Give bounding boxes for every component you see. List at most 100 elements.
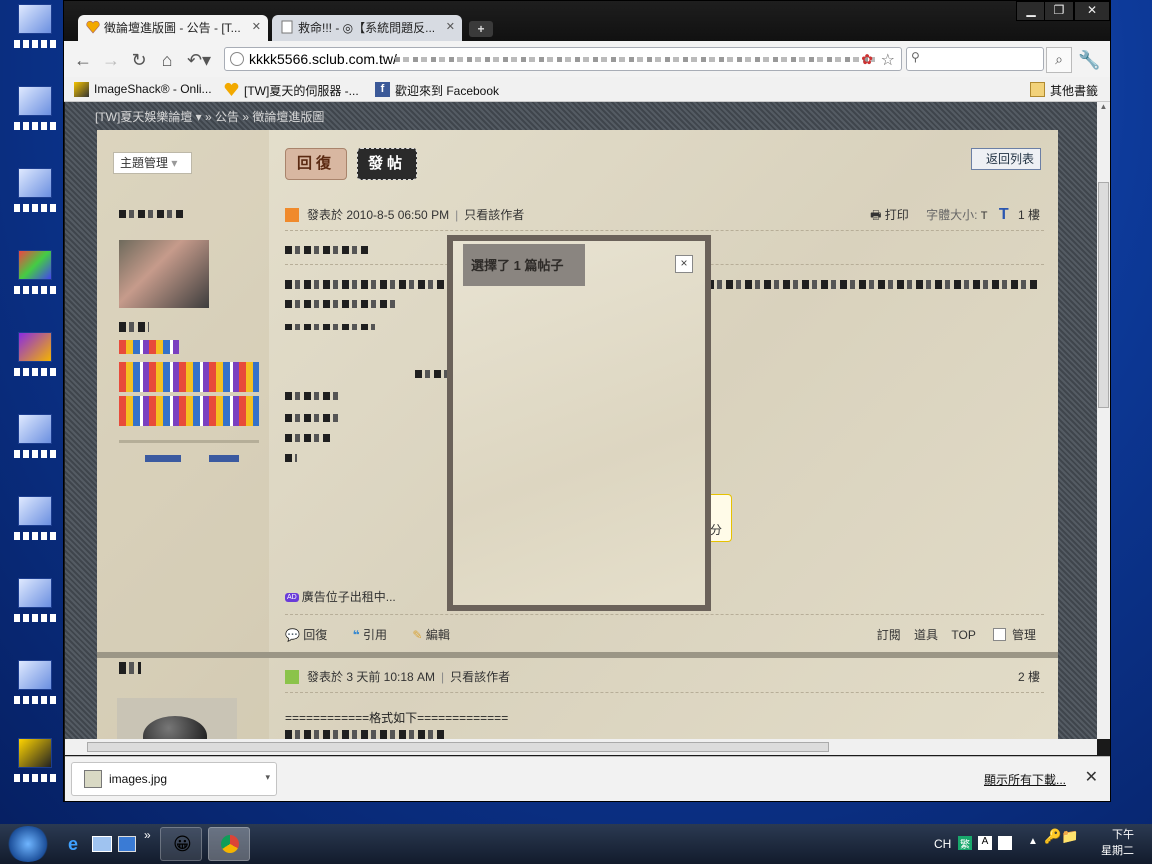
other-bookmarks[interactable]: 其他書籤 <box>1030 82 1098 99</box>
wrench-icon[interactable]: 🔧 <box>1078 49 1100 71</box>
horizontal-scrollbar[interactable] <box>65 739 1097 755</box>
topic-manage-dropdown[interactable]: 主題管理 ▾ <box>113 152 193 174</box>
taskbar-msn-button[interactable]: 😀 <box>160 827 202 861</box>
only-author-link[interactable]: 只看該作者 <box>450 670 510 684</box>
download-item[interactable]: images.jpg ▾ <box>71 762 277 796</box>
undo-dropdown-icon[interactable]: ↶▾ <box>184 49 214 71</box>
manage-checkbox[interactable] <box>992 628 1006 641</box>
speech-bubble-icon: 💬 <box>285 628 300 642</box>
reply-button[interactable]: 回復 <box>285 148 347 180</box>
forward-icon[interactable]: → <box>100 49 122 71</box>
ad-text: 廣告位子出租中... <box>301 590 396 604</box>
desktop-icon[interactable] <box>10 414 60 466</box>
avatar[interactable] <box>119 240 209 308</box>
font-large-button[interactable]: T <box>999 206 1009 223</box>
bookmark-summer-server[interactable]: [TW]夏天的伺服器 -... <box>224 82 359 99</box>
print-link[interactable]: 打印 <box>885 208 909 222</box>
ime-width-icon[interactable] <box>998 836 1012 850</box>
close-icon[interactable]: ✕ <box>1085 767 1098 787</box>
medal-row <box>119 396 259 426</box>
scroll-thumb[interactable] <box>87 742 829 752</box>
dialog-title: 選擇了 1 篇帖子 <box>463 244 585 286</box>
ime-mode-icon[interactable]: A <box>978 836 992 850</box>
only-author-link[interactable]: 只看該作者 <box>464 208 524 222</box>
ie-icon[interactable]: e <box>68 834 78 855</box>
author-column <box>97 130 269 739</box>
font-small-button[interactable]: T <box>981 210 988 222</box>
search-input[interactable]: ⚲ <box>906 47 1044 71</box>
address-bar[interactable]: kkkk5566.sclub.com.tw/ ✿ ☆ <box>224 47 902 71</box>
search-go-icon[interactable]: ⌕ <box>1046 47 1072 73</box>
desktop-icon[interactable] <box>10 168 60 220</box>
subscribe-link[interactable]: 訂閱 <box>877 628 901 642</box>
edit-action[interactable]: ✎ 編輯 <box>412 628 449 642</box>
quicklaunch-more-icon[interactable]: » <box>144 828 151 842</box>
tray-icons[interactable]: 🔑📁 <box>1044 828 1079 845</box>
post-text-redacted <box>285 434 331 442</box>
url-text: kkkk5566.sclub.com.tw/ <box>249 51 397 67</box>
clock-day: 星期二 <box>1101 845 1134 857</box>
maximize-button[interactable]: ❐ <box>1044 1 1074 21</box>
vertical-scrollbar[interactable]: ▲ <box>1097 102 1110 739</box>
minimize-button[interactable]: ▁ <box>1016 1 1046 21</box>
chrome-icon <box>221 835 239 853</box>
scroll-thumb[interactable] <box>1098 182 1109 408</box>
desktop-icon[interactable] <box>10 578 60 630</box>
desktop-icon[interactable] <box>10 4 60 56</box>
extension-icon[interactable]: ✿ <box>861 51 873 68</box>
start-button[interactable] <box>6 826 50 862</box>
tools-link[interactable]: 道具 <box>914 628 938 642</box>
show-all-downloads-link[interactable]: 顯示所有下載... <box>984 771 1066 788</box>
language-indicator[interactable]: CH <box>934 837 951 851</box>
selection-dialog: 選擇了 1 篇帖子 × <box>447 235 711 611</box>
back-icon[interactable]: ← <box>72 49 94 71</box>
ad-row[interactable]: AD 廣告位子出租中... <box>285 588 396 605</box>
star-bookmark-icon[interactable]: ☆ <box>881 50 895 70</box>
breadcrumb[interactable]: [TW]夏天娛樂論壇 ▾ » 公告 » 徵論壇進版圖 <box>95 108 324 125</box>
clock[interactable]: 下午 星期二 <box>1101 827 1134 859</box>
url-redacted <box>395 57 875 62</box>
close-icon[interactable]: × <box>675 255 693 273</box>
new-post-button[interactable]: 發帖 <box>357 148 417 180</box>
desktop-icon[interactable] <box>10 496 60 548</box>
tab-active[interactable]: 徵論壇進版圖 - 公告 - [T... ✕ <box>78 15 268 41</box>
tab-close-icon[interactable]: ✕ <box>446 20 455 33</box>
bookmark-facebook[interactable]: f 歡迎來到 Facebook <box>375 82 499 99</box>
toolbar: ← → ↻ ⌂ ↶▾ kkkk5566.sclub.com.tw/ ✿ ☆ ⚲ … <box>64 41 1110 77</box>
home-icon[interactable]: ⌂ <box>156 49 178 71</box>
tab-inactive[interactable]: 救命!!! - ◎【系統問題反... ✕ <box>272 15 462 41</box>
show-desktop-icon[interactable] <box>92 836 112 852</box>
bookmark-imageshack[interactable]: ImageShack® - Onli... <box>74 82 212 97</box>
post1-meta: 發表於 2010-8-5 06:50 PM | 只看該作者 <box>285 206 524 223</box>
author-link-redacted[interactable] <box>209 455 239 462</box>
post-actions: 💬 回復 ❝ 引用 ✎ 編輯 <box>285 626 472 643</box>
ime-icon[interactable]: 繁 <box>958 836 972 851</box>
post-title-redacted <box>285 246 371 254</box>
post-actions-right: 訂閱 道具 TOP 管理 <box>877 626 1036 643</box>
reload-icon[interactable]: ↻ <box>128 49 150 71</box>
scroll-up-icon[interactable]: ▲ <box>1097 102 1110 111</box>
desktop-icon[interactable] <box>10 86 60 138</box>
taskbar-browser-button[interactable] <box>208 827 250 861</box>
quote-action[interactable]: ❝ 引用 <box>353 628 387 642</box>
reply-action[interactable]: 💬 回復 <box>285 628 327 642</box>
back-to-list-button[interactable]: 返回列表 <box>970 148 1041 170</box>
desktop-icon[interactable] <box>10 332 60 384</box>
desktop-icon[interactable] <box>10 660 60 712</box>
avatar[interactable] <box>117 698 237 739</box>
new-tab-button[interactable]: + <box>469 21 493 37</box>
tab-title: 救命!!! - ◎【系統問題反... <box>298 21 436 35</box>
reply-label: 回復 <box>303 628 328 642</box>
close-window-button[interactable]: ✕ <box>1074 1 1110 21</box>
top-link[interactable]: TOP <box>951 628 975 642</box>
image-file-icon <box>84 770 102 788</box>
media-player-icon[interactable] <box>118 836 136 852</box>
tray-expand-icon[interactable]: ▲ <box>1028 836 1038 847</box>
desktop-icon[interactable] <box>10 250 60 302</box>
title-bar: 徵論壇進版圖 - 公告 - [T... ✕ 救命!!! - ◎【系統問題反...… <box>64 1 1110 41</box>
desktop-icon[interactable] <box>10 738 60 790</box>
tab-close-icon[interactable]: ✕ <box>252 20 261 33</box>
author-link-redacted[interactable] <box>145 455 181 462</box>
bookmark-label: [TW]夏天的伺服器 -... <box>244 84 359 98</box>
chevron-down-icon[interactable]: ▾ <box>265 772 270 783</box>
